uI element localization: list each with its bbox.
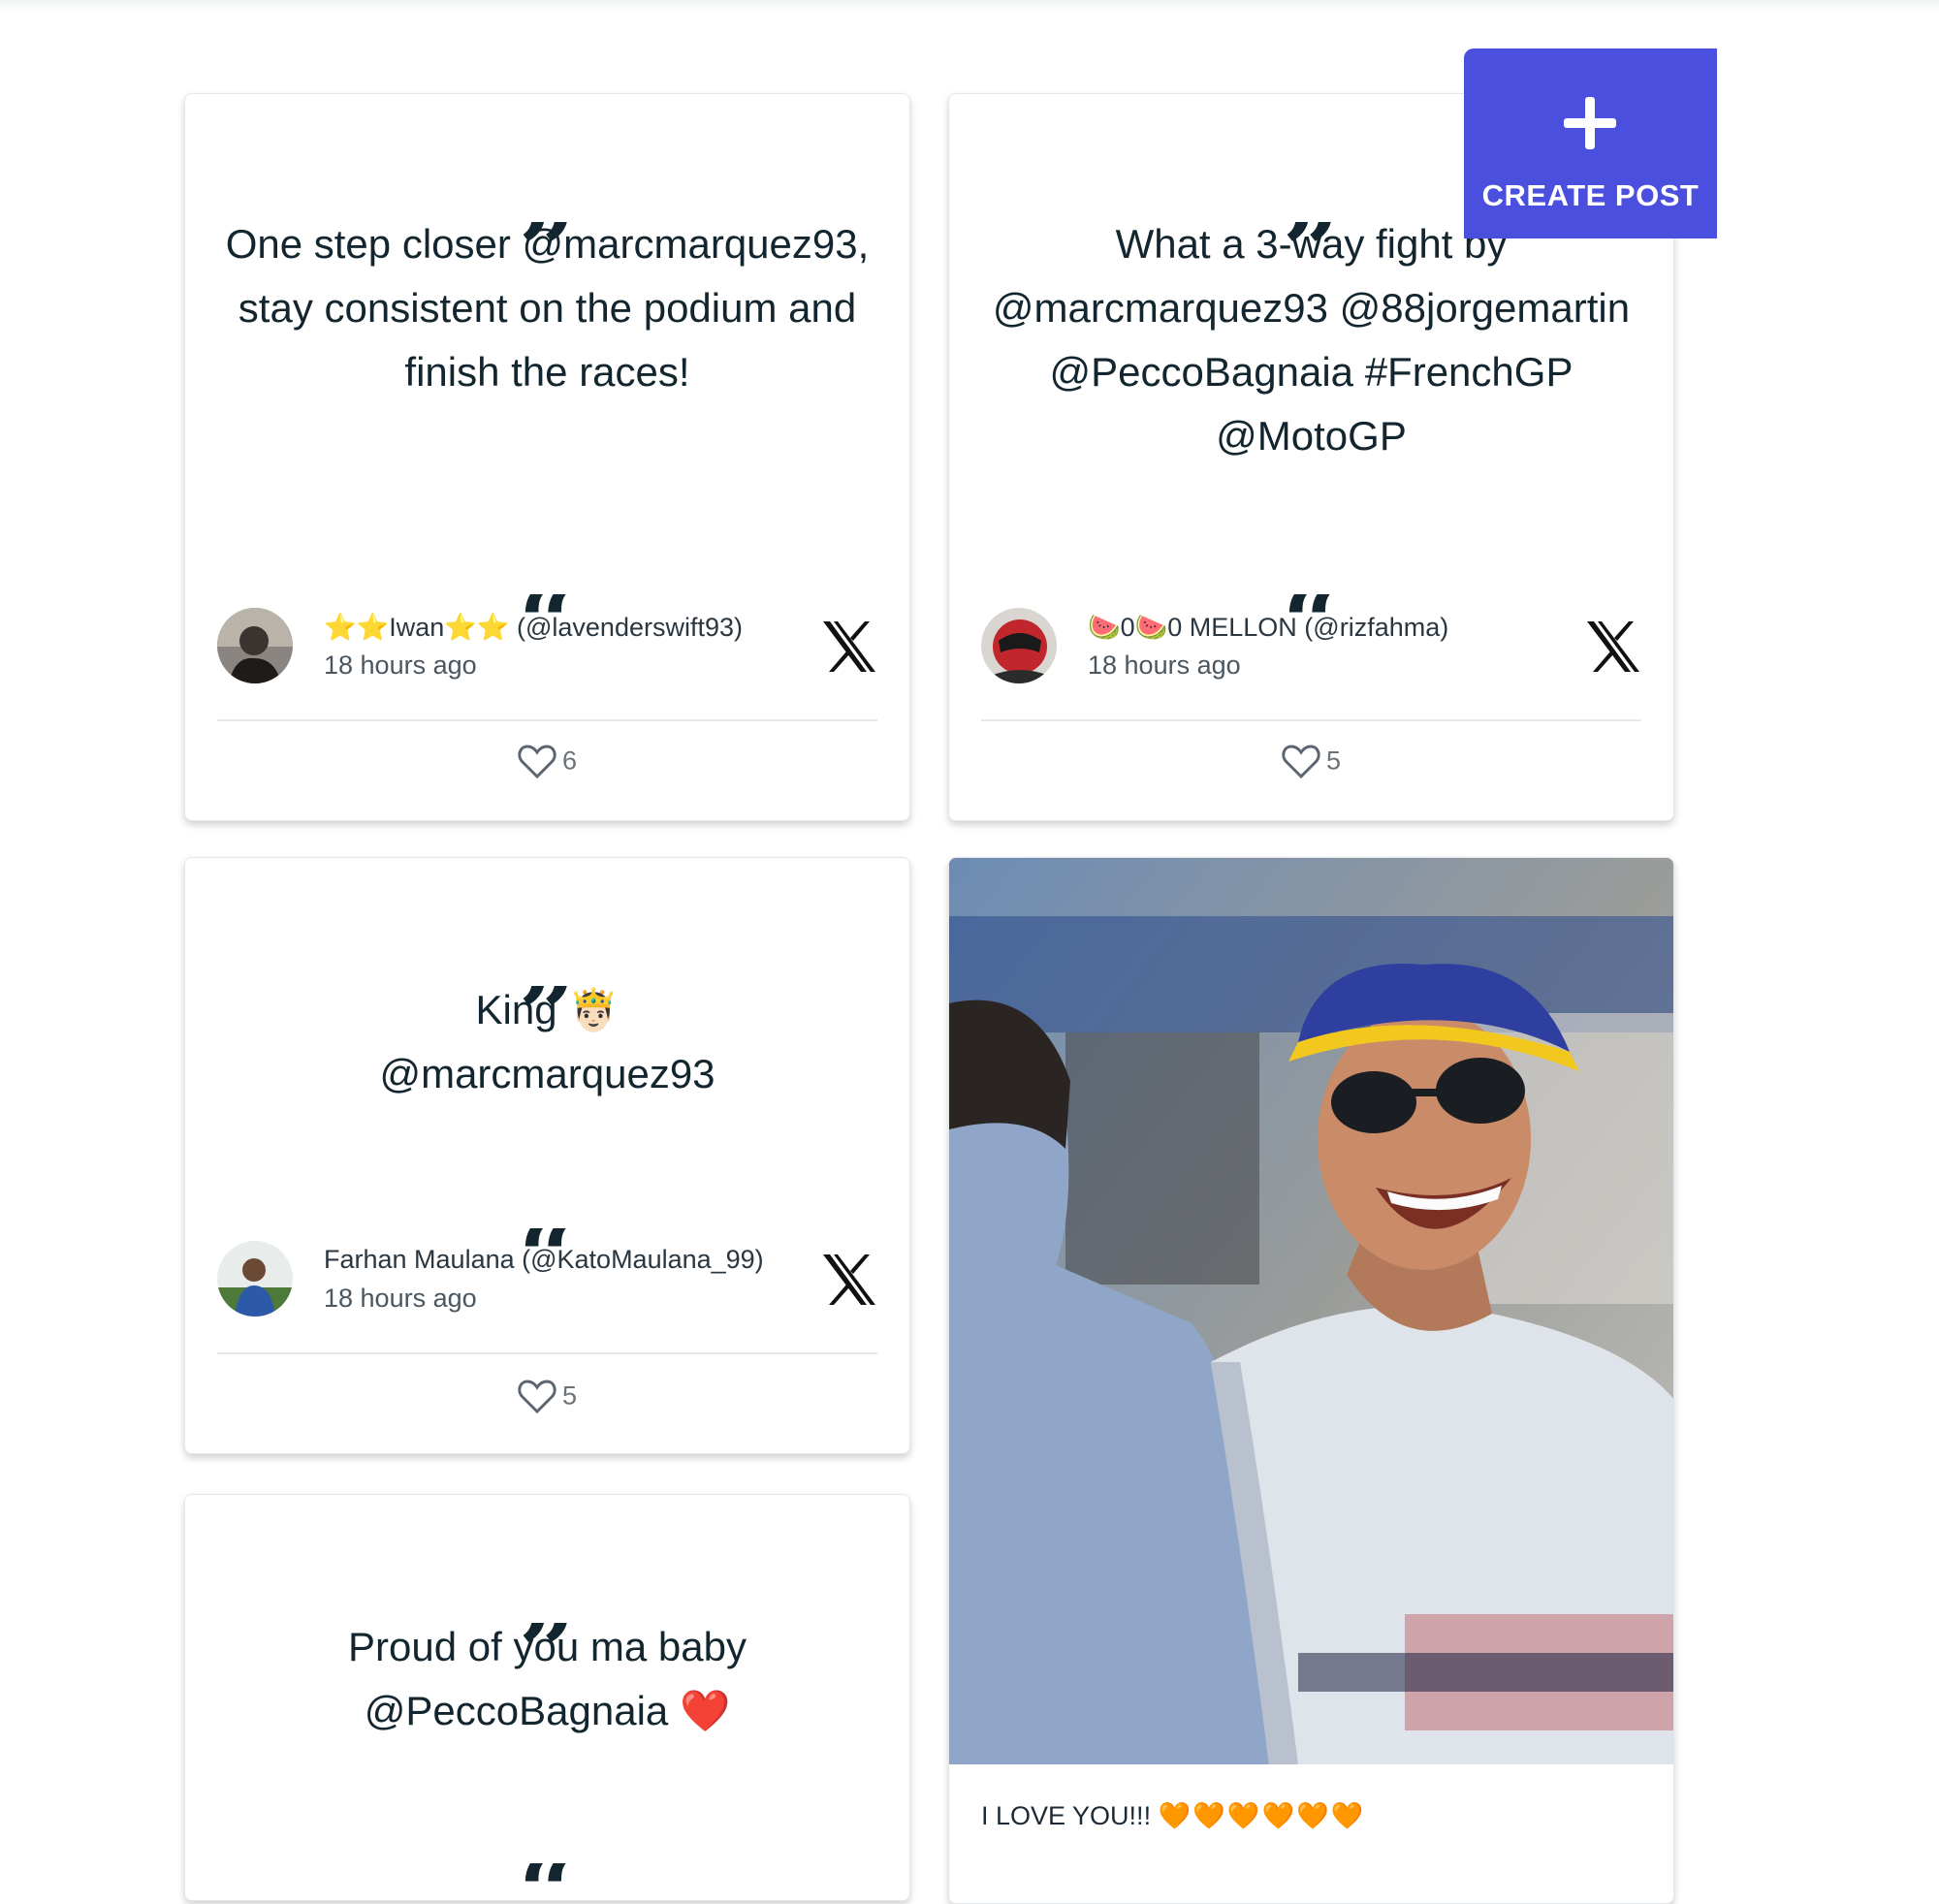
post-time: 18 hours ago (324, 651, 477, 680)
post-text: One step closer @marcmarquez93, stay con… (225, 221, 870, 395)
x-logo-icon[interactable] (821, 1253, 877, 1307)
testimonial-card: ” One step closer @marcmarquez93, stay c… (184, 93, 910, 821)
author-name[interactable]: ⭐⭐Iwan⭐⭐ (@lavenderswift93) (324, 612, 743, 643)
like-button[interactable]: 5 (185, 1379, 909, 1414)
top-shadow (0, 0, 1939, 14)
avatar[interactable] (217, 1241, 293, 1317)
post-author: 🍉0🍉0 MELLON (@rizfahma) 18 hours ago (981, 608, 1641, 685)
caption-hearts: 🧡🧡🧡🧡🧡🧡 (1158, 1801, 1366, 1830)
like-button[interactable]: 6 (185, 744, 909, 779)
avatar[interactable] (981, 608, 1057, 683)
create-post-button[interactable]: CREATE POST (1464, 48, 1717, 238)
like-count: 5 (1325, 746, 1342, 776)
heart-icon (1282, 745, 1320, 779)
post-text: What a 3-way fight by @marcmarquez93 @88… (992, 221, 1631, 459)
photo-caption: I LOVE YOU!!! 🧡🧡🧡🧡🧡🧡 (981, 1800, 1365, 1831)
divider (981, 719, 1641, 721)
photo-post-card: I LOVE YOU!!! 🧡🧡🧡🧡🧡🧡 (948, 857, 1674, 1904)
avatar[interactable] (217, 608, 293, 683)
caption-text: I LOVE YOU!!! (981, 1801, 1152, 1830)
heart-icon (518, 745, 556, 779)
heart-icon (518, 1380, 556, 1414)
x-logo-icon[interactable] (821, 619, 877, 674)
post-author: Farhan Maulana (@KatoMaulana_99) 18 hour… (217, 1241, 877, 1318)
divider (217, 1352, 877, 1354)
author-name[interactable]: Farhan Maulana (@KatoMaulana_99) (324, 1245, 764, 1275)
testimonial-card: ” Proud of you ma baby @PeccoBagnaia ❤️ … (184, 1494, 910, 1901)
x-logo-icon[interactable] (1585, 619, 1641, 674)
author-name[interactable]: 🍉0🍉0 MELLON (@rizfahma) (1088, 612, 1448, 643)
quote-close-icon: “ (185, 1863, 909, 1900)
like-count: 6 (561, 746, 578, 776)
plus-icon (1564, 97, 1616, 149)
post-photo[interactable] (949, 858, 1674, 1764)
divider (217, 719, 877, 721)
post-text: King 🤴🏻 @marcmarquez93 (379, 987, 715, 1096)
like-count: 5 (561, 1380, 578, 1411)
post-time: 18 hours ago (1088, 651, 1241, 680)
testimonial-card: ” King 🤴🏻 @marcmarquez93 “ Farhan Maulan… (184, 857, 910, 1454)
like-button[interactable]: 5 (949, 744, 1673, 779)
post-author: ⭐⭐Iwan⭐⭐ (@lavenderswift93) 18 hours ago (217, 608, 877, 685)
post-text: Proud of you ma baby @PeccoBagnaia ❤️ (348, 1624, 747, 1733)
post-time: 18 hours ago (324, 1284, 477, 1313)
create-post-label: CREATE POST (1481, 178, 1700, 212)
